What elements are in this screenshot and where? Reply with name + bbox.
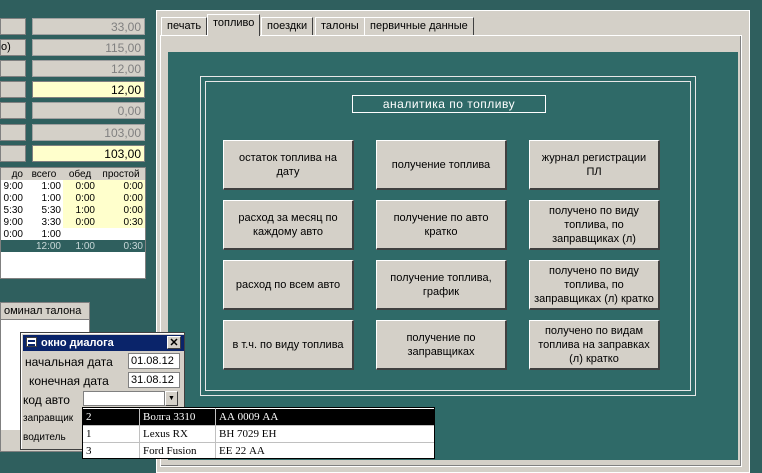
tab-trips[interactable]: поездки [261, 17, 314, 35]
divider [83, 442, 434, 443]
table-row[interactable]: 9:00 1:00 0:00 0:00 [1, 180, 145, 192]
received-by-fuel-type-button[interactable]: получено по виду топлива, по заправщиках… [529, 200, 660, 250]
start-date-input[interactable]: 01.08.12 [128, 353, 180, 369]
grid-header: всего [31, 168, 57, 180]
left-stub [0, 124, 26, 141]
coupon-header: оминал талона [1, 303, 89, 320]
section-title: аналитика по топливу [352, 95, 546, 113]
car-code-label: код авто [23, 393, 70, 407]
form-icon [26, 337, 37, 347]
left-stub [0, 18, 26, 35]
monthly-per-car-button[interactable]: расход за месяц по каждому авто [223, 200, 354, 250]
divider [215, 408, 216, 458]
value-field[interactable]: 12,00 [32, 81, 145, 98]
table-row[interactable]: 5:30 5:30 1:00 0:00 [1, 204, 145, 216]
tab-fuel[interactable]: топливо [207, 14, 261, 36]
value-field[interactable]: 103,00 [32, 124, 145, 141]
dialog-titlebar: окно диалога [23, 335, 184, 351]
table-row[interactable]: 0:00 1:00 0:00 0:00 [1, 192, 145, 204]
table-row[interactable]: 0:00 1:00 [1, 228, 145, 240]
left-stub [0, 81, 26, 98]
time-grid: до всего обед простой 9:00 1:00 0:00 0:00 0… [0, 167, 146, 279]
divider [139, 408, 140, 458]
dialog-title: окно диалога [41, 337, 114, 349]
receipt-by-car-brief-button[interactable]: получение по авто кратко [376, 200, 507, 250]
consumption-all-cars-button[interactable]: расход по всем авто [223, 260, 354, 310]
value-field[interactable]: 12,00 [32, 60, 145, 77]
fuel-receipt-button[interactable]: получение топлива [376, 140, 507, 190]
list-item[interactable]: 1 Lexus RX ВН 7029 ЕН [83, 426, 434, 442]
left-stub [0, 102, 26, 119]
value-field[interactable]: 115,00 [32, 39, 145, 56]
chevron-down-icon[interactable]: ▼ [165, 391, 178, 406]
table-row[interactable]: 9:00 3:30 0:00 0:30 [1, 216, 145, 228]
receipt-by-refueler-button[interactable]: получение по заправщиках [376, 320, 507, 370]
value-field[interactable]: 33,00 [32, 18, 145, 35]
fuel-receipt-chart-button[interactable]: получение топлива, график [376, 260, 507, 310]
received-by-fuel-type-brief-button[interactable]: получено по виду топлива, по заправщиках… [529, 260, 660, 310]
received-by-fuel-types-brief-button[interactable]: получено по видам топлива на заправках (… [529, 320, 660, 370]
grid-totals: 12:00 1:00 0:30 [1, 240, 145, 252]
grid-header: до [11, 168, 23, 180]
end-date-label: конечная дата [29, 374, 109, 388]
grid-header: обед [68, 168, 92, 180]
left-stub [0, 145, 26, 162]
left-stub: о) [0, 39, 26, 56]
list-item[interactable]: 2 Волга 3310 АА 0009 АА [83, 409, 434, 425]
value-field[interactable]: 0,00 [32, 102, 145, 119]
tab-print[interactable]: печать [161, 17, 208, 35]
waybill-journal-button[interactable]: журнал регистрации ПЛ [529, 140, 660, 190]
close-icon[interactable]: ✕ [167, 336, 181, 349]
by-fuel-type-button[interactable]: в т.ч. по виду топлива [223, 320, 354, 370]
tab-primary-data[interactable]: первичные данные [364, 17, 474, 35]
tab-coupons[interactable]: талоны [315, 17, 365, 35]
value-field[interactable]: 103,00 [32, 145, 145, 162]
list-item[interactable]: 3 Ford Fusion ЕЕ 22 АА [83, 443, 434, 459]
car-dropdown-list: 2 Волга 3310 АА 0009 АА 1 Lexus RX ВН 70… [82, 407, 435, 459]
end-date-input[interactable]: 31.08.12 [128, 372, 180, 388]
fuel-balance-button[interactable]: остаток топлива на дату [223, 140, 354, 190]
start-date-label: начальная дата [25, 355, 113, 369]
grid-header: простой [102, 168, 140, 180]
car-code-input[interactable] [83, 391, 165, 406]
left-stub [0, 60, 26, 77]
divider [83, 425, 434, 426]
driver-label: водитель [23, 432, 66, 443]
refueler-label: заправщик [23, 413, 74, 424]
